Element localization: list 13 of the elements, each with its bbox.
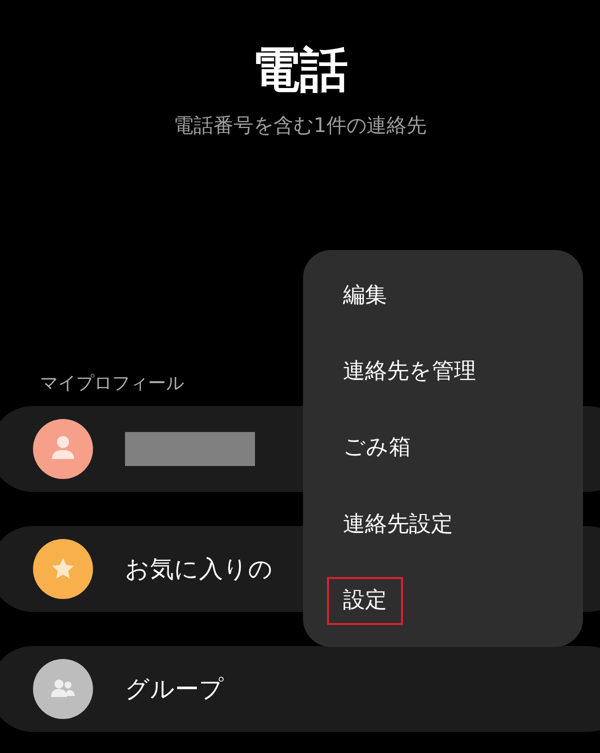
star-avatar-icon (33, 539, 93, 599)
menu-item[interactable]: ごみ箱 (327, 424, 427, 472)
menu-item[interactable]: 編集 (327, 272, 403, 320)
person-avatar-icon (33, 419, 93, 479)
list-row[interactable]: グループ (0, 646, 600, 732)
section-label: マイプロフィール (40, 372, 185, 396)
menu-item[interactable]: 連絡先を管理 (327, 348, 492, 396)
menu-item[interactable]: 設定 (327, 576, 403, 625)
contact-count: 電話番号を含む1件の連絡先 (174, 112, 426, 139)
row-label: お気に入りの (125, 554, 273, 585)
page-title: 電話 (252, 41, 348, 100)
group-avatar-icon (33, 659, 93, 719)
row-label: グループ (125, 674, 224, 705)
